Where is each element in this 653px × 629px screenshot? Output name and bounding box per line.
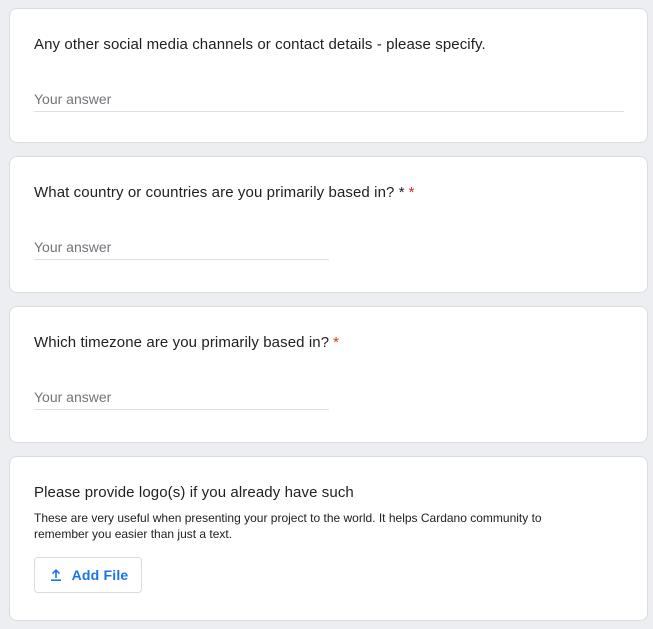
question-text: Please provide logo(s) if you already ha… — [34, 484, 354, 501]
question-description: These are very useful when presenting yo… — [34, 511, 542, 541]
question-text: Any other social media channels or conta… — [34, 36, 486, 53]
question-text: Which timezone are you primarily based i… — [34, 334, 330, 351]
question-card-timezone: Which timezone are you primarily based i… — [9, 306, 648, 443]
question-card-country: What country or countries are you primar… — [9, 156, 648, 293]
question-title: Which timezone are you primarily based i… — [34, 334, 339, 351]
required-asterisk: * — [333, 334, 340, 351]
question-title: Please provide logo(s) if you already ha… — [34, 484, 354, 501]
question-title: What country or countries are you primar… — [34, 184, 415, 201]
timezone-answer-input[interactable] — [34, 384, 329, 410]
question-text: What country or countries are you primar… — [34, 184, 405, 201]
add-file-label: Add File — [71, 567, 129, 583]
social-media-answer-input[interactable] — [34, 86, 624, 112]
country-answer-input[interactable] — [34, 234, 329, 260]
required-asterisk: * — [408, 184, 415, 201]
upload-icon — [48, 567, 64, 583]
add-file-button[interactable]: Add File — [34, 557, 142, 593]
question-card-logo-upload: Please provide logo(s) if you already ha… — [9, 456, 648, 621]
question-title: Any other social media channels or conta… — [34, 36, 486, 53]
question-card-social-media: Any other social media channels or conta… — [9, 8, 648, 143]
